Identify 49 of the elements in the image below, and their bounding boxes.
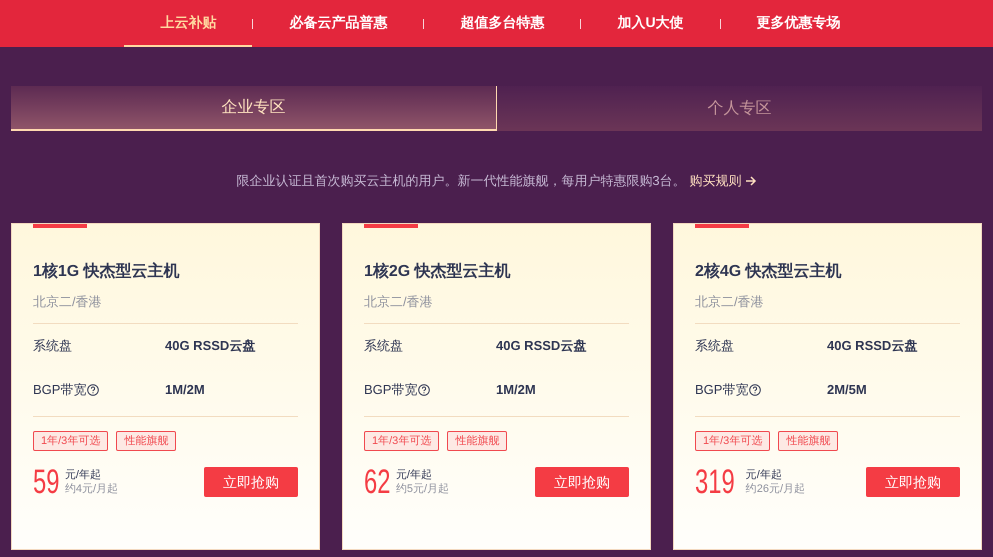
spec-value: 1M/2M bbox=[165, 381, 205, 400]
zone-tab[interactable]: 企业专区 bbox=[11, 86, 497, 131]
buy-button[interactable]: 立即抢购 bbox=[204, 467, 298, 497]
feature-tag: 1年/3年可选 bbox=[33, 431, 108, 451]
card-accent-bar bbox=[33, 224, 87, 228]
spec-value: 1M/2M bbox=[496, 381, 536, 400]
price-unit: 元/年起 bbox=[396, 468, 433, 482]
price-unit: 元/年起 bbox=[64, 468, 102, 482]
spec-value: 2M/5M bbox=[827, 381, 867, 400]
spec-label: 系统盘 bbox=[695, 337, 734, 356]
spec-label: 系统盘 bbox=[33, 337, 72, 356]
card-accent-bar bbox=[364, 224, 418, 228]
spec-value: 40G RSSD云盘 bbox=[165, 337, 256, 356]
card-region: 北京二/香港 bbox=[364, 292, 434, 310]
nav-tab[interactable]: 更多优惠专场 bbox=[720, 0, 877, 47]
nav-tab[interactable]: 超值多台特惠 bbox=[424, 0, 580, 47]
buy-button[interactable]: 立即抢购 bbox=[866, 467, 960, 497]
card-region: 北京二/香港 bbox=[695, 292, 765, 310]
price: 319 bbox=[695, 465, 735, 499]
monthly-price: 约26元/月起 bbox=[746, 482, 806, 496]
card-accent-bar bbox=[695, 224, 749, 228]
feature-tag: 1年/3年可选 bbox=[364, 431, 440, 451]
spec-label: BGP带宽 bbox=[695, 381, 748, 400]
buy-button[interactable]: 立即抢购 bbox=[535, 467, 629, 497]
nav-tab[interactable]: 必备云产品普惠 bbox=[253, 0, 424, 47]
notice-text: 限企业认证且首次购买云主机的用户。新一代性能旗舰，每用户特惠限购3台。 bbox=[236, 172, 686, 190]
feature-tag: 性能旗舰 bbox=[447, 431, 508, 451]
nav-tab[interactable]: 加入U大使 bbox=[581, 0, 720, 47]
card-title: 2核4G 快杰型云主机 bbox=[695, 261, 843, 282]
spec-label: BGP带宽 bbox=[364, 381, 418, 400]
spec-label: 系统盘 bbox=[364, 337, 403, 356]
rules-link[interactable]: 购买规则 bbox=[690, 171, 757, 190]
arrow-right-icon bbox=[744, 174, 757, 187]
card-title: 1核2G 快杰型云主机 bbox=[364, 261, 512, 282]
monthly-price: 约5元/月起 bbox=[396, 482, 450, 496]
card-region: 北京二/香港 bbox=[33, 292, 103, 310]
price: 59 bbox=[33, 465, 60, 499]
price-unit: 元/年起 bbox=[746, 468, 783, 482]
feature-tag: 性能旗舰 bbox=[116, 431, 176, 451]
price: 62 bbox=[364, 465, 390, 499]
spec-value: 40G RSSD云盘 bbox=[496, 337, 586, 356]
feature-tag: 性能旗舰 bbox=[778, 431, 838, 451]
zone-tab[interactable]: 个人专区 bbox=[497, 86, 982, 131]
spec-label: BGP带宽 bbox=[33, 381, 86, 400]
monthly-price: 约4元/月起 bbox=[64, 482, 118, 496]
feature-tag: 1年/3年可选 bbox=[695, 431, 770, 451]
card-title: 1核1G 快杰型云主机 bbox=[33, 261, 181, 282]
nav-tab[interactable]: 上云补贴 bbox=[124, 0, 252, 47]
spec-value: 40G RSSD云盘 bbox=[827, 337, 918, 356]
